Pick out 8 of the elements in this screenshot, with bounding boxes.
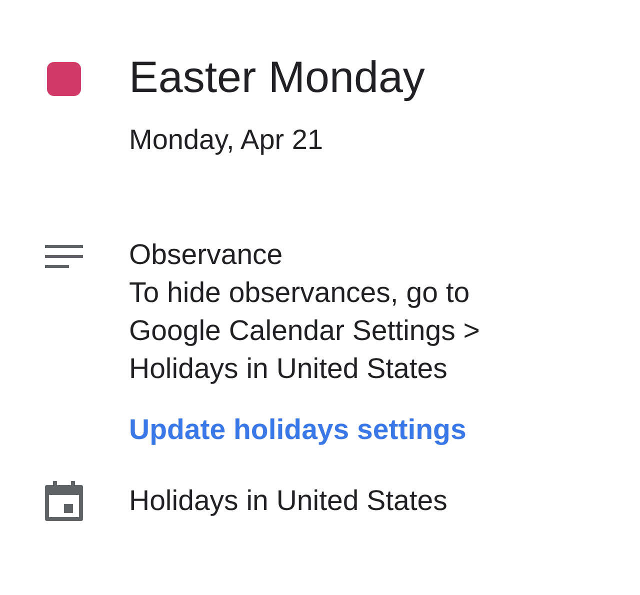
- description-heading: Observance: [129, 238, 284, 273]
- update-settings-link[interactable]: Update holidays settings: [129, 414, 480, 447]
- notes-icon: [44, 245, 82, 269]
- calendar-icon: [44, 481, 82, 521]
- calendar-name: Holidays in United States: [129, 484, 448, 519]
- event-date: Monday, Apr 21: [129, 124, 324, 156]
- description-text: To hide observances, go to Google Calendar Settings > Holidays in United States: [129, 276, 480, 387]
- event-title: Easter Monday: [129, 52, 425, 104]
